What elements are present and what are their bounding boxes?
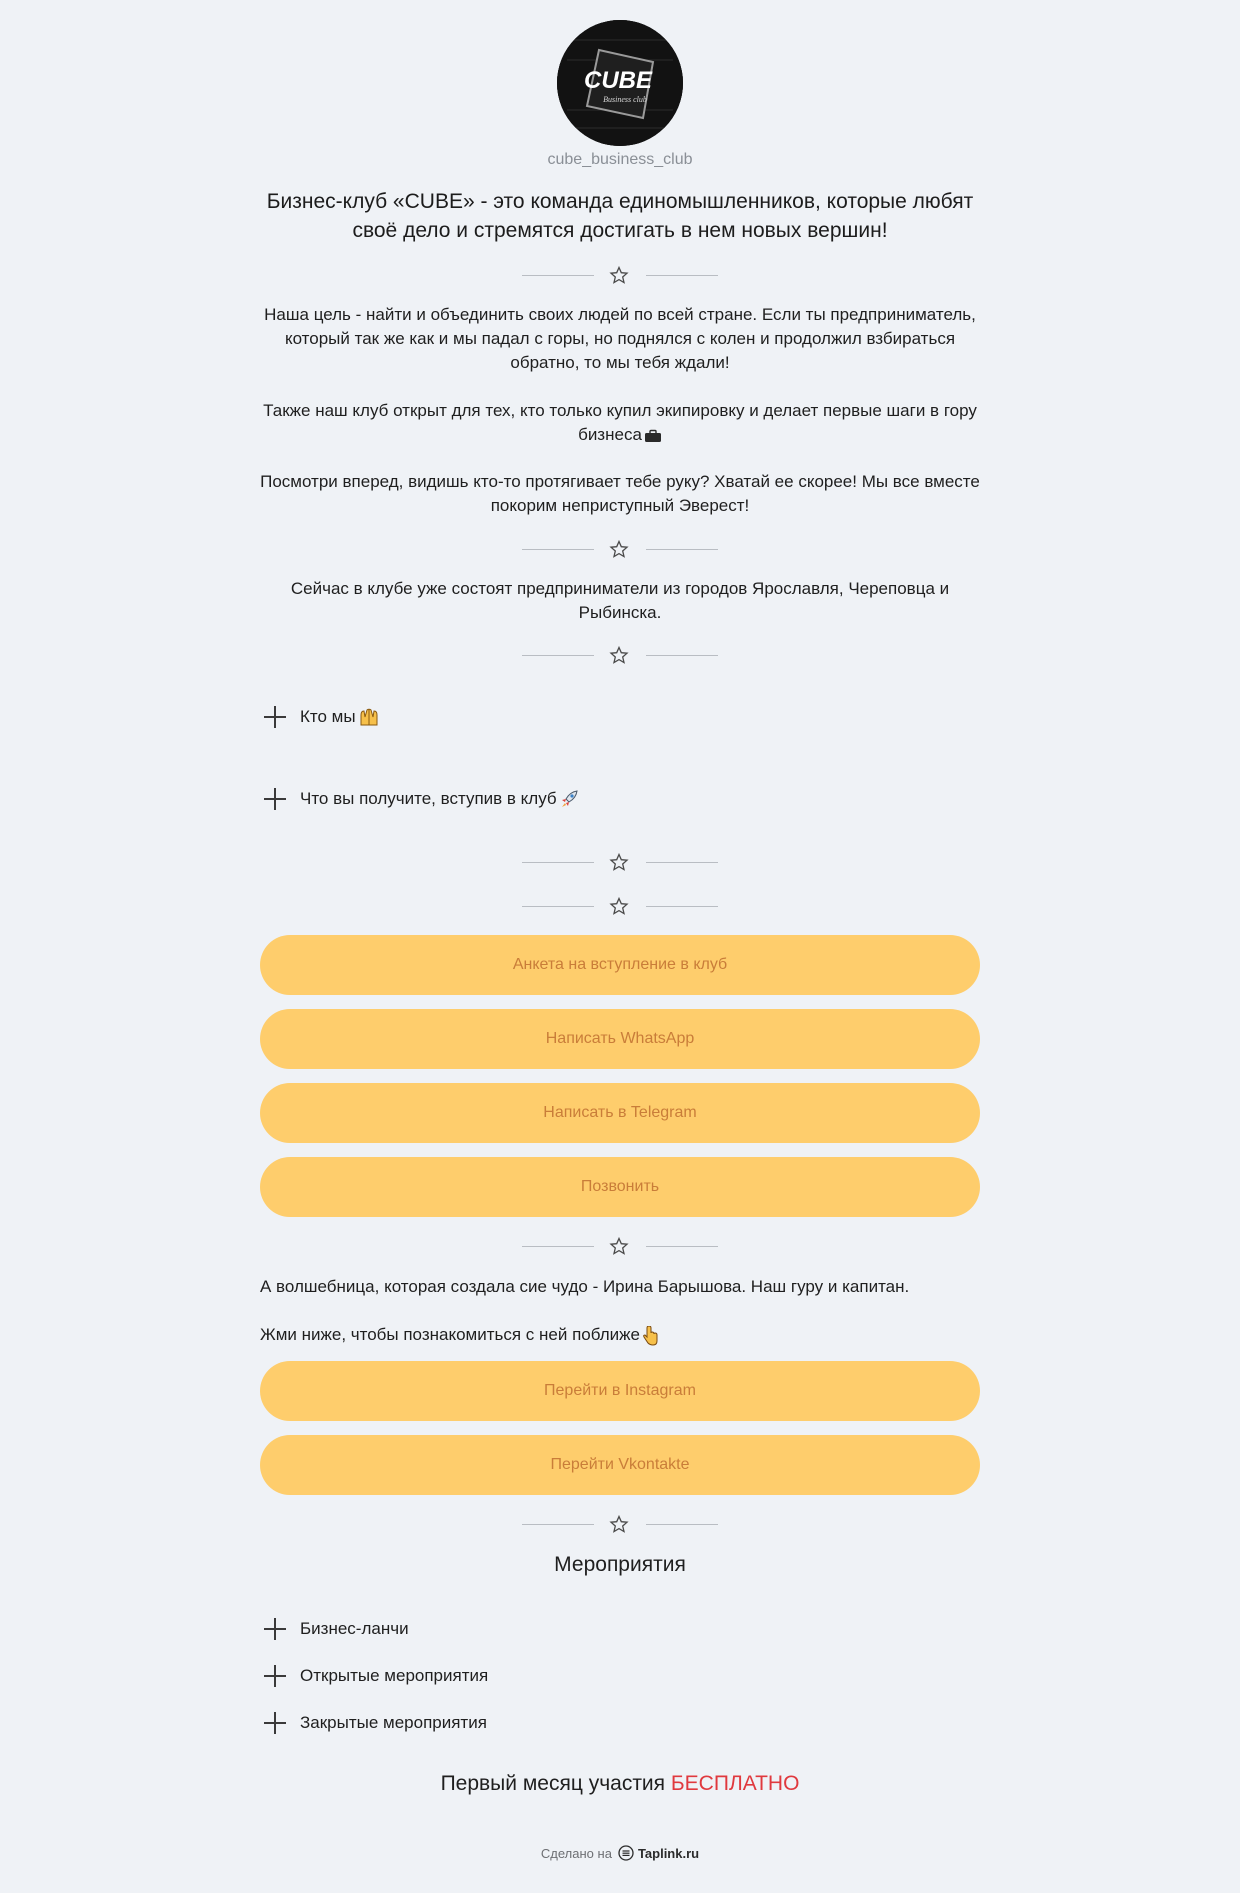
star-icon xyxy=(609,540,629,558)
taplink-page: CUBE Business club cube_business_club Би… xyxy=(0,0,1240,1893)
intro-paragraph-open: Также наш клуб открыт для тех, кто тольк… xyxy=(260,399,980,447)
divider xyxy=(522,896,718,916)
promo-text-main: Первый месяц участия xyxy=(440,1772,666,1795)
star-icon xyxy=(609,853,629,871)
accordion-closed-events[interactable]: Закрытые мероприятия xyxy=(260,1706,980,1740)
accordion-benefits[interactable]: Что вы получите, вступив в клуб xyxy=(260,782,980,816)
creator-text: А волшебница, которая создала сие чудо -… xyxy=(260,1277,910,1296)
divider xyxy=(522,645,718,665)
whatsapp-button[interactable]: Написать WhatsApp xyxy=(260,1009,980,1069)
divider xyxy=(522,539,718,559)
footer-brand-link[interactable]: Taplink.ru xyxy=(638,1846,699,1861)
svg-text:CUBE: CUBE xyxy=(584,67,653,94)
divider xyxy=(522,1514,718,1534)
plus-icon xyxy=(264,788,286,810)
application-button[interactable]: Анкета на вступление в клуб xyxy=(260,935,980,995)
footer-made-on: Сделано на xyxy=(540,1845,612,1861)
cube-logo: CUBE Business club xyxy=(557,20,683,146)
instagram-button[interactable]: Перейти в Instagram xyxy=(260,1361,980,1421)
accordion-business-lunches[interactable]: Бизнес-ланчи xyxy=(260,1612,980,1646)
raised-hands-icon xyxy=(360,708,378,726)
events-title: Мероприятия xyxy=(554,1553,686,1576)
intro-paragraph-open-text: Также наш клуб открыт для тех, кто тольк… xyxy=(263,401,977,444)
accordion-label: Открытые мероприятия xyxy=(300,1666,489,1685)
star-icon xyxy=(609,1237,629,1255)
promo-highlight: БЕСПЛАТНО xyxy=(670,1772,800,1795)
profile-username: cube_business_club xyxy=(547,151,693,168)
divider xyxy=(522,852,718,872)
profile-avatar[interactable]: CUBE Business club xyxy=(557,20,683,146)
rocket-icon xyxy=(561,790,578,807)
accordion-label: Закрытые мероприятия xyxy=(300,1713,487,1732)
divider xyxy=(522,265,718,285)
promo-text: Первый месяц участия БЕСПЛАТНО xyxy=(0,1772,1240,1796)
accordion-open-events[interactable]: Открытые мероприятия xyxy=(260,1659,980,1693)
divider xyxy=(522,1236,718,1256)
plus-icon xyxy=(264,1618,286,1640)
plus-icon xyxy=(264,706,286,728)
plus-icon xyxy=(264,1665,286,1687)
telegram-button[interactable]: Написать в Telegram xyxy=(260,1083,980,1143)
star-icon xyxy=(609,897,629,915)
intro-cities: Сейчас в клубе уже состоят предпринимате… xyxy=(290,579,950,622)
briefcase-icon xyxy=(644,429,661,442)
accordion-who-we-are[interactable]: Кто мы xyxy=(260,700,980,734)
pointing-down-icon xyxy=(643,1325,658,1346)
accordion-label: Бизнес-ланчи xyxy=(300,1619,409,1638)
creator-cta-text: Жми ниже, чтобы познакомиться с ней побл… xyxy=(260,1325,640,1344)
footer[interactable]: Сделано на Taplink.ru xyxy=(0,1845,1240,1861)
creator-cta: Жми ниже, чтобы познакомиться с ней побл… xyxy=(260,1323,980,1347)
plus-icon xyxy=(264,1712,286,1734)
taplink-logo-icon xyxy=(618,1845,634,1861)
star-icon xyxy=(609,646,629,664)
star-icon xyxy=(609,266,629,284)
svg-text:Business club: Business club xyxy=(603,95,647,104)
intro-paragraph-everest: Посмотри вперед, видишь кто-то протягива… xyxy=(260,472,980,515)
call-button[interactable]: Позвонить xyxy=(260,1157,980,1217)
accordion-label: Кто мы xyxy=(300,707,356,726)
star-icon xyxy=(609,1515,629,1533)
intro-paragraph-goal: Наша цель - найти и объединить своих люд… xyxy=(264,305,976,372)
accordion-label: Что вы получите, вступив в клуб xyxy=(300,789,557,808)
intro-headline: Бизнес-клуб «CUBE» - это команда единомы… xyxy=(266,190,974,242)
vkontakte-button[interactable]: Перейти Vkontakte xyxy=(260,1435,980,1495)
